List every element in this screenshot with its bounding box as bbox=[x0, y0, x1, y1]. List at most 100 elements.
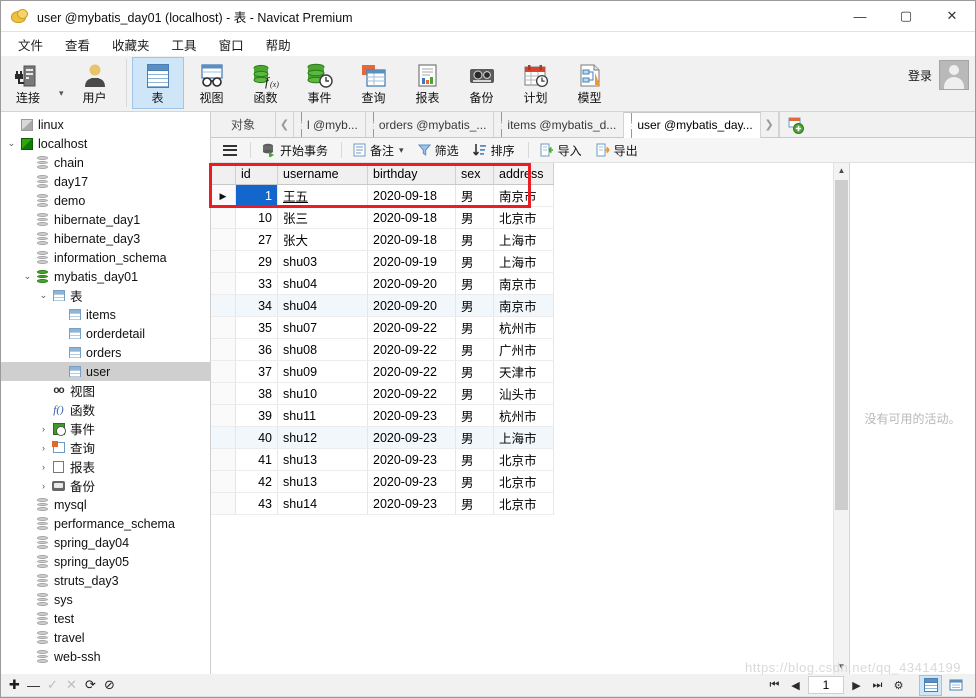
tab-scroll-next-icon[interactable]: ❯ bbox=[760, 112, 779, 137]
refresh-button[interactable]: ⟳ bbox=[81, 676, 100, 694]
minimize-icon[interactable]: — bbox=[837, 1, 883, 31]
add-record-button[interactable]: ✚ bbox=[5, 676, 24, 694]
import-button[interactable]: 导入 bbox=[534, 139, 588, 161]
cell-username[interactable]: 张大 bbox=[277, 228, 368, 251]
login-link[interactable]: 登录 bbox=[908, 67, 932, 84]
sidebar-item-user[interactable]: user bbox=[1, 362, 210, 381]
cell-sex[interactable]: 男 bbox=[455, 448, 494, 471]
cell-birthday[interactable]: 2020-09-18 bbox=[367, 228, 456, 251]
sidebar-item-mybatis_day01[interactable]: ⌄ mybatis_day01 bbox=[1, 267, 210, 286]
cell-username[interactable]: shu04 bbox=[277, 294, 368, 317]
row-marker-cell[interactable] bbox=[211, 470, 236, 493]
cell-username[interactable]: shu13 bbox=[277, 448, 368, 471]
sidebar-item-[interactable]: f() 函数 bbox=[1, 400, 210, 419]
table-row[interactable]: 35 shu07 2020-09-22 男杭州市 bbox=[211, 316, 554, 339]
ribbon-query[interactable]: 查询 bbox=[348, 57, 400, 109]
table-row[interactable]: 27 张大 2020-09-18 男上海市 bbox=[211, 228, 554, 251]
cell-username[interactable]: shu03 bbox=[277, 250, 368, 273]
cell-id[interactable]: 36 bbox=[235, 338, 278, 361]
cell-sex[interactable]: 男 bbox=[455, 404, 494, 427]
table-row[interactable]: 38 shu10 2020-09-22 男汕头市 bbox=[211, 382, 554, 405]
row-marker-cell[interactable] bbox=[211, 206, 236, 229]
chevron-down-icon[interactable]: ⌄ bbox=[5, 138, 18, 149]
cell-sex[interactable]: 男 bbox=[455, 228, 494, 251]
table-row[interactable]: 10 张三 2020-09-18 男北京市 bbox=[211, 206, 554, 229]
tab-scroll-prev-icon[interactable]: ❮ bbox=[276, 112, 294, 137]
menu-favorites[interactable]: 收藏夹 bbox=[101, 32, 161, 57]
prev-page-icon[interactable]: ◀ bbox=[785, 676, 806, 694]
scroll-up-icon[interactable]: ▲ bbox=[834, 163, 849, 178]
first-page-icon[interactable]: ⏮ bbox=[764, 676, 785, 694]
ribbon-event[interactable]: 事件 bbox=[294, 57, 346, 109]
cell-birthday[interactable]: 2020-09-20 bbox=[367, 294, 456, 317]
grid-menu-button[interactable] bbox=[217, 139, 243, 161]
column-header-sex[interactable]: sex bbox=[455, 163, 494, 185]
row-marker-cell[interactable] bbox=[211, 316, 236, 339]
cell-birthday[interactable]: 2020-09-22 bbox=[367, 316, 456, 339]
table-row[interactable]: ▶ 1 王五 2020-09-18 男南京市 bbox=[211, 184, 554, 207]
cell-username[interactable]: shu11 bbox=[277, 404, 368, 427]
chevron-right-icon[interactable]: › bbox=[37, 481, 50, 491]
row-marker-cell[interactable] bbox=[211, 382, 236, 405]
row-marker-cell[interactable] bbox=[211, 228, 236, 251]
cell-birthday[interactable]: 2020-09-23 bbox=[367, 426, 456, 449]
sidebar-item-sys[interactable]: sys bbox=[1, 590, 210, 609]
sidebar-item-[interactable]: › 报表 bbox=[1, 457, 210, 476]
table-row[interactable]: 40 shu12 2020-09-23 男上海市 bbox=[211, 426, 554, 449]
row-marker-cell[interactable] bbox=[211, 272, 236, 295]
cell-address[interactable]: 广州市 bbox=[493, 338, 554, 361]
scrollbar-thumb[interactable] bbox=[835, 180, 848, 510]
cell-username[interactable]: shu07 bbox=[277, 316, 368, 339]
cell-sex[interactable]: 男 bbox=[455, 360, 494, 383]
ribbon-user[interactable]: 用户 bbox=[69, 57, 121, 109]
row-marker-cell[interactable] bbox=[211, 360, 236, 383]
cell-username[interactable]: 张三 bbox=[277, 206, 368, 229]
begin-transaction-button[interactable]: 开始事务 bbox=[256, 139, 334, 161]
cell-birthday[interactable]: 2020-09-23 bbox=[367, 492, 456, 515]
ribbon-backup[interactable]: 备份 bbox=[456, 57, 508, 109]
cell-id[interactable]: 42 bbox=[235, 470, 278, 493]
row-marker-cell[interactable] bbox=[211, 294, 236, 317]
sidebar-item-orders[interactable]: orders bbox=[1, 343, 210, 362]
sidebar-item-day17[interactable]: day17 bbox=[1, 172, 210, 191]
sidebar-item-chain[interactable]: chain bbox=[1, 153, 210, 172]
column-header-address[interactable]: address bbox=[493, 163, 554, 185]
gear-icon[interactable]: ⚙ bbox=[888, 676, 909, 694]
sidebar-item-web-ssh[interactable]: web-ssh bbox=[1, 647, 210, 666]
cell-birthday[interactable]: 2020-09-19 bbox=[367, 250, 456, 273]
cell-sex[interactable]: 男 bbox=[455, 272, 494, 295]
tab-truncated[interactable]: l @myb... bbox=[294, 112, 366, 137]
cell-birthday[interactable]: 2020-09-22 bbox=[367, 382, 456, 405]
column-header-id[interactable]: id bbox=[235, 163, 278, 185]
cell-address[interactable]: 杭州市 bbox=[493, 404, 554, 427]
cell-sex[interactable]: 男 bbox=[455, 250, 494, 273]
row-marker-cell[interactable] bbox=[211, 426, 236, 449]
cell-address[interactable]: 上海市 bbox=[493, 250, 554, 273]
chevron-right-icon[interactable]: › bbox=[37, 424, 50, 434]
cell-birthday[interactable]: 2020-09-22 bbox=[367, 338, 456, 361]
tab-objects[interactable]: 对象 bbox=[211, 112, 276, 137]
sidebar-item-performance_schema[interactable]: performance_schema bbox=[1, 514, 210, 533]
table-row[interactable]: 43 shu14 2020-09-23 男北京市 bbox=[211, 492, 554, 515]
cell-birthday[interactable]: 2020-09-23 bbox=[367, 404, 456, 427]
sidebar-item-localhost[interactable]: ⌄ localhost bbox=[1, 134, 210, 153]
cell-username[interactable]: shu09 bbox=[277, 360, 368, 383]
ribbon-report[interactable]: 报表 bbox=[402, 57, 454, 109]
sidebar-item-hibernate_day3[interactable]: hibernate_day3 bbox=[1, 229, 210, 248]
sidebar-item-demo[interactable]: demo bbox=[1, 191, 210, 210]
ribbon-model[interactable]: 模型 bbox=[564, 57, 616, 109]
cell-sex[interactable]: 男 bbox=[455, 426, 494, 449]
sidebar-item-[interactable]: › 备份 bbox=[1, 476, 210, 495]
cell-username[interactable]: shu10 bbox=[277, 382, 368, 405]
page-number-input[interactable]: 1 bbox=[808, 676, 844, 694]
cell-birthday[interactable]: 2020-09-18 bbox=[367, 184, 456, 207]
cell-id[interactable]: 33 bbox=[235, 272, 278, 295]
cell-address[interactable]: 上海市 bbox=[493, 228, 554, 251]
cell-birthday[interactable]: 2020-09-18 bbox=[367, 206, 456, 229]
cell-sex[interactable]: 男 bbox=[455, 206, 494, 229]
cell-birthday[interactable]: 2020-09-20 bbox=[367, 272, 456, 295]
delete-record-button[interactable]: — bbox=[24, 676, 43, 694]
row-marker-cell[interactable] bbox=[211, 250, 236, 273]
menu-tools[interactable]: 工具 bbox=[161, 32, 208, 57]
menu-help[interactable]: 帮助 bbox=[255, 32, 302, 57]
